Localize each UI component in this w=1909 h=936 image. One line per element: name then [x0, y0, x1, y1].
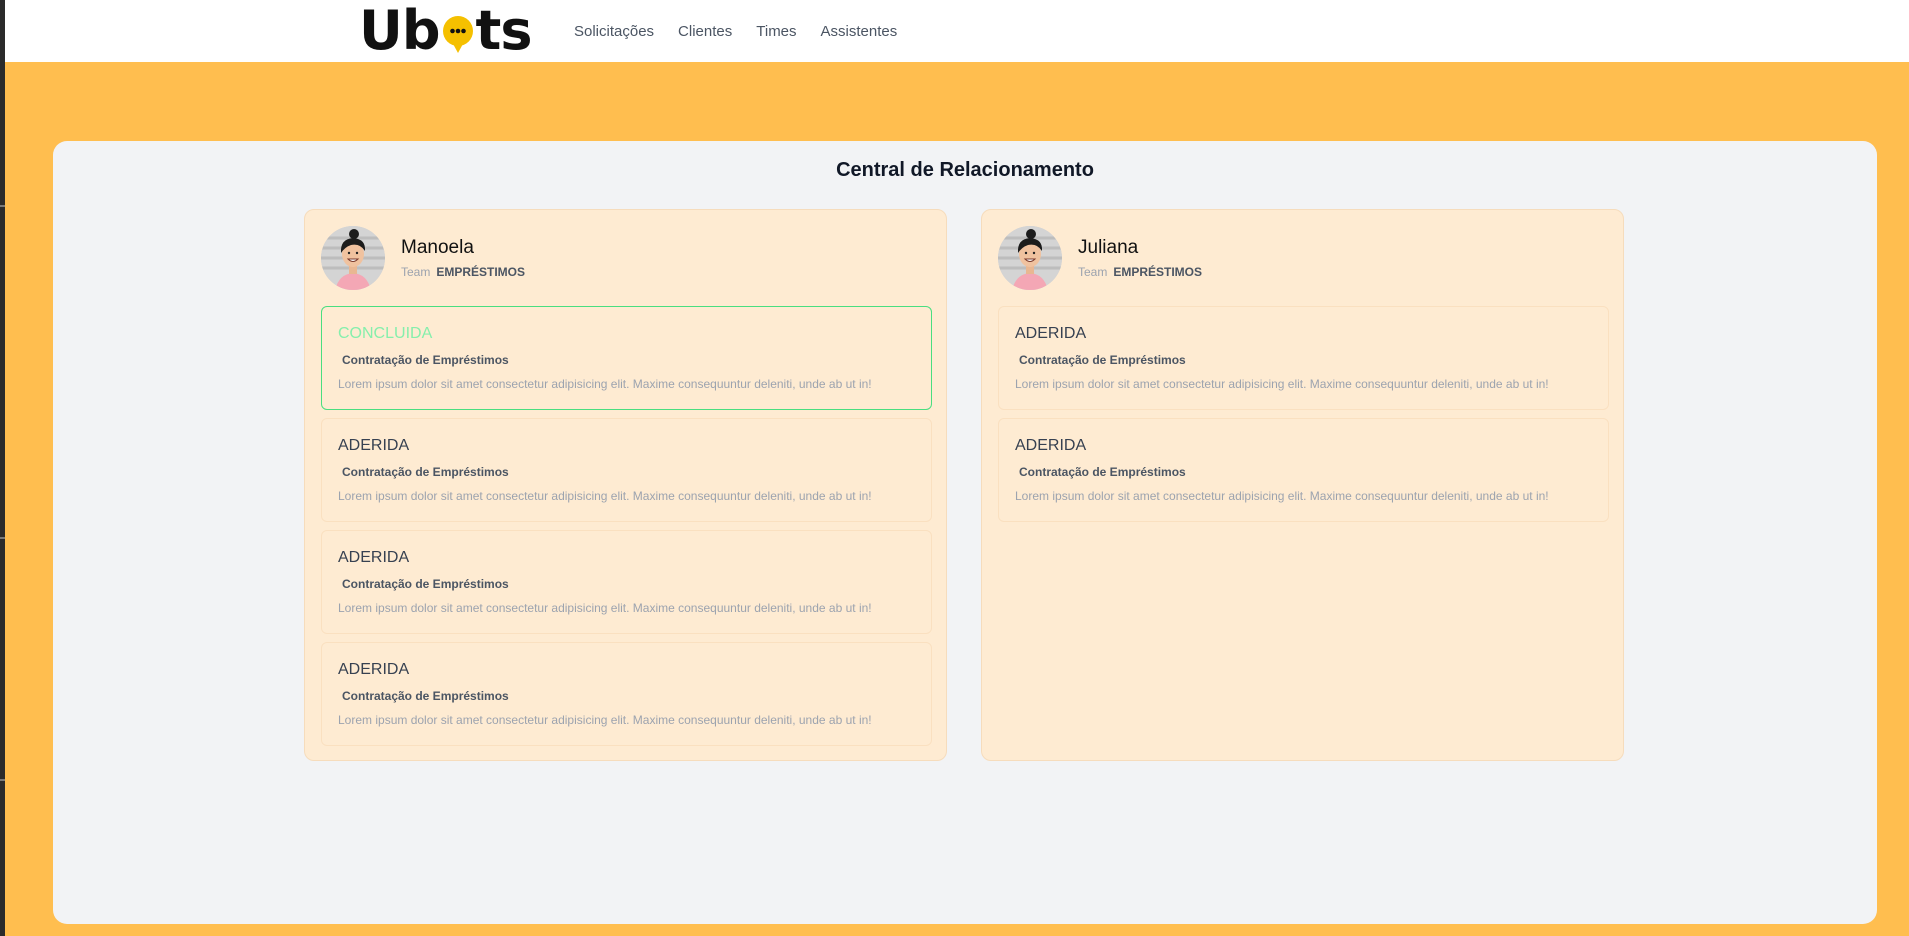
request-card[interactable]: CONCLUIDA Contratação de Empréstimos Lor… — [321, 306, 932, 410]
team-value: EMPRÉSTIMOS — [436, 265, 526, 279]
nav-solicitacoes[interactable]: Solicitações — [574, 23, 654, 40]
content-panel: Central de Relacionamento Manoela Team E… — [53, 141, 1877, 924]
logo-text-left: Ub — [359, 0, 441, 62]
request-card[interactable]: ADERIDA Contratação de Empréstimos Lorem… — [321, 530, 932, 634]
team-label: Team — [401, 265, 431, 279]
nav-assistentes[interactable]: Assistentes — [821, 23, 898, 40]
card-status: ADERIDA — [1015, 325, 1087, 342]
card-description: Lorem ipsum dolor sit amet consectetur a… — [1015, 377, 1549, 391]
card-title: Contratação de Empréstimos — [1019, 465, 1186, 479]
avatar — [998, 226, 1062, 290]
assistant-column-manoela: Manoela Team EMPRÉSTIMOS CONCLUIDA Contra… — [304, 209, 947, 761]
card-status: CONCLUIDA — [338, 325, 433, 342]
request-card[interactable]: ADERIDA Contratação de Empréstimos Lorem… — [321, 418, 932, 522]
card-description: Lorem ipsum dolor sit amet consectetur a… — [338, 377, 872, 391]
top-navbar: Ub ts Solicitações Clientes Times Assist… — [5, 0, 1909, 62]
card-description: Lorem ipsum dolor sit amet consectetur a… — [338, 601, 872, 615]
team-value: EMPRÉSTIMOS — [1113, 265, 1203, 279]
assistant-profile: Manoela Team EMPRÉSTIMOS — [321, 226, 525, 290]
card-status: ADERIDA — [338, 437, 410, 454]
card-title: Contratação de Empréstimos — [342, 465, 509, 479]
logo-text-right: ts — [475, 0, 533, 62]
card-status: ADERIDA — [1015, 437, 1087, 454]
request-card[interactable]: ADERIDA Contratação de Empréstimos Lorem… — [998, 306, 1609, 410]
edge-marker — [0, 537, 5, 539]
card-status: ADERIDA — [338, 661, 410, 678]
card-description: Lorem ipsum dolor sit amet consectetur a… — [1015, 489, 1549, 503]
edge-marker — [0, 205, 5, 207]
card-description: Lorem ipsum dolor sit amet consectetur a… — [338, 489, 872, 503]
nav-times[interactable]: Times — [756, 23, 796, 40]
card-description: Lorem ipsum dolor sit amet consectetur a… — [338, 713, 872, 727]
ubots-logo[interactable]: Ub ts — [359, 0, 533, 62]
assistant-column-juliana: Juliana Team EMPRÉSTIMOS ADERIDA Contrata… — [981, 209, 1624, 761]
assistant-name: Manoela — [401, 237, 474, 258]
card-title: Contratação de Empréstimos — [342, 689, 509, 703]
assistant-team: Team EMPRÉSTIMOS — [401, 265, 525, 279]
nav-clientes[interactable]: Clientes — [678, 23, 732, 40]
card-title: Contratação de Empréstimos — [1019, 353, 1186, 367]
page-title: Central de Relacionamento — [836, 159, 1094, 181]
team-label: Team — [1078, 265, 1108, 279]
avatar — [321, 226, 385, 290]
main-nav: Solicitações Clientes Times Assistentes — [574, 0, 897, 62]
chat-bubble-icon — [441, 11, 475, 53]
edge-marker — [0, 779, 5, 781]
card-title: Contratação de Empréstimos — [342, 577, 509, 591]
request-card[interactable]: ADERIDA Contratação de Empréstimos Lorem… — [321, 642, 932, 746]
request-card[interactable]: ADERIDA Contratação de Empréstimos Lorem… — [998, 418, 1609, 522]
assistant-team: Team EMPRÉSTIMOS — [1078, 265, 1202, 279]
assistant-name: Juliana — [1078, 237, 1139, 258]
card-title: Contratação de Empréstimos — [342, 353, 509, 367]
assistant-profile: Juliana Team EMPRÉSTIMOS — [998, 226, 1202, 290]
window-left-edge — [0, 0, 5, 936]
card-status: ADERIDA — [338, 549, 410, 566]
